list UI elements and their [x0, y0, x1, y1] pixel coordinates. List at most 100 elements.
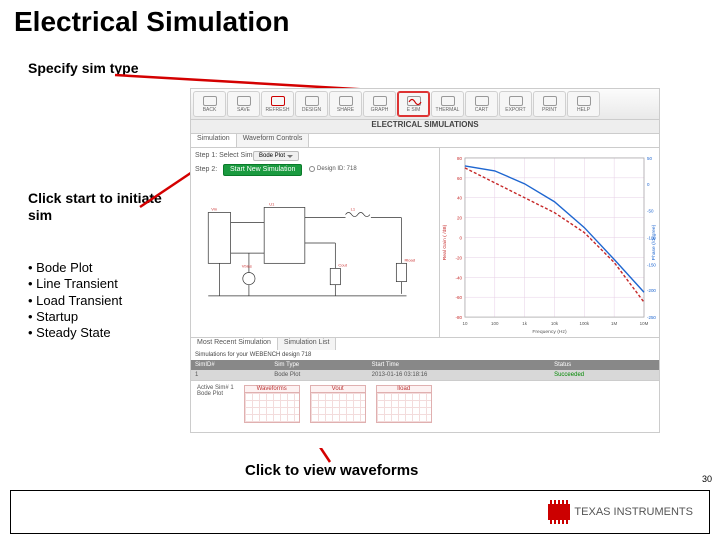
toolbar: BACK SAVE REFRESH DESIGN SHARE GRAPH E SIM THER… — [190, 88, 660, 120]
toolbar-share-icon[interactable]: SHARE — [329, 91, 362, 117]
waveform-box[interactable]: Vout — [310, 385, 366, 423]
toolbar-label: DESIGN — [302, 107, 321, 113]
svg-text:-80: -80 — [455, 315, 462, 320]
sim-table-caption: Simulations for your WEBENCH design 718 — [191, 350, 659, 360]
tab-sim-list[interactable]: Simulation List — [278, 338, 337, 350]
page-number: 30 — [702, 474, 712, 484]
start-simulation-button[interactable]: Start New Simulation — [223, 164, 302, 176]
app-panel: BACK SAVE REFRESH DESIGN SHARE GRAPH E SIM THER… — [190, 88, 660, 448]
svg-text:0: 0 — [647, 182, 650, 187]
save-icon — [237, 96, 251, 106]
page-title: Electrical Simulation — [0, 0, 720, 40]
sim-type-item: Bode Plot — [28, 260, 122, 276]
tab-most-recent[interactable]: Most Recent Simulation — [191, 338, 278, 350]
cart-icon — [475, 96, 489, 106]
toolbar-print-icon[interactable]: PRINT — [533, 91, 566, 117]
toolbar-save-icon[interactable]: SAVE — [227, 91, 260, 117]
table-row[interactable]: 1 Bode Plot 2013-01-16 03:18:16 Succeede… — [191, 370, 659, 380]
sim-types-list: Bode Plot Line Transient Load Transient … — [28, 260, 122, 341]
svg-text:1k: 1k — [522, 321, 527, 326]
svg-text:100k: 100k — [579, 321, 589, 326]
toolbar-label: PRINT — [542, 107, 557, 113]
tab-simulation[interactable]: Simulation — [191, 134, 237, 147]
gear-icon — [309, 166, 315, 172]
sim-type-dropdown[interactable]: Bode Plot — [253, 151, 299, 161]
waveform-row: Active Sim# 1 Bode Plot Waveforms Vout I… — [190, 381, 660, 433]
download-icon — [509, 96, 523, 106]
print-icon — [543, 96, 557, 106]
sim-type-item: Startup — [28, 309, 122, 325]
col-simid: SimID# — [191, 360, 270, 370]
toolbar-label: SAVE — [237, 107, 250, 113]
ti-brand-text: TEXAS INSTRUMENTS — [574, 506, 693, 518]
xlabel: Frequency (Hz) — [532, 329, 567, 335]
toolbar-label: EXPORT — [505, 107, 525, 113]
svg-text:-100: -100 — [647, 236, 656, 241]
toolbar-label: BACK — [203, 107, 217, 113]
svg-text:-150: -150 — [647, 262, 656, 267]
help-icon — [577, 96, 591, 106]
footer: TEXAS INSTRUMENTS — [10, 490, 710, 534]
svg-text:10: 10 — [462, 321, 467, 326]
label-specify-sim-type: Specify sim type — [28, 60, 188, 77]
svg-text:0: 0 — [459, 236, 462, 241]
toolbar-help-icon[interactable]: HELP — [567, 91, 600, 117]
design-id-label: Design ID: 718 — [309, 166, 357, 172]
toolbar-refresh-icon[interactable]: REFRESH — [261, 91, 294, 117]
simulation-table-panel: Most Recent Simulation Simulation List S… — [190, 338, 660, 381]
tab-waveform-controls[interactable]: Waveform Controls — [237, 134, 310, 147]
svg-text:1M: 1M — [611, 321, 617, 326]
toolbar-design-icon[interactable]: DESIGN — [295, 91, 328, 117]
design-icon — [305, 96, 319, 106]
toolbar-thermal-icon[interactable]: THERMAL — [431, 91, 464, 117]
col-simtype: Sim Type — [270, 360, 367, 370]
toolbar-sine-icon[interactable]: E SIM — [397, 91, 430, 117]
svg-text:L1: L1 — [351, 206, 356, 211]
svg-text:40: 40 — [457, 196, 462, 201]
sim-type-item: Load Transient — [28, 293, 122, 309]
ti-logo: TEXAS INSTRUMENTS — [548, 504, 693, 520]
sim-type-item: Steady State — [28, 325, 122, 341]
svg-text:-250: -250 — [647, 315, 656, 320]
toolbar-back-icon[interactable]: BACK — [193, 91, 226, 117]
svg-text:Rload: Rload — [404, 257, 415, 262]
toolbar-label: THERMAL — [436, 107, 460, 113]
svg-text:50: 50 — [647, 156, 652, 161]
sim-type-item: Line Transient — [28, 276, 122, 292]
sim-table: SimID# Sim Type Start Time Status 1 Bode… — [191, 360, 659, 380]
bode-plot[interactable]: Frequency (Hz) Real Gain ( /dB) Phase (/… — [439, 148, 659, 337]
refresh-icon — [271, 96, 285, 106]
toolbar-label: E SIM — [407, 107, 421, 113]
svg-text:Vin: Vin — [211, 206, 217, 211]
svg-text:Cout: Cout — [338, 262, 347, 267]
thermal-icon — [441, 96, 455, 106]
toolbar-label: CART — [475, 107, 489, 113]
col-starttime: Start Time — [368, 360, 550, 370]
svg-text:80: 80 — [457, 156, 462, 161]
waveform-box[interactable]: Iload — [376, 385, 432, 423]
toolbar-label: SHARE — [337, 107, 354, 113]
schematic-area: Step 1: Select Simulation Bode Plot Step… — [191, 148, 439, 337]
active-sim-type: Bode Plot — [197, 391, 234, 397]
waveform-box[interactable]: Waveforms — [244, 385, 300, 423]
svg-text:-50: -50 — [647, 209, 654, 214]
svg-text:10M: 10M — [640, 321, 649, 326]
chevron-down-icon — [287, 155, 293, 158]
main-tabs: Simulation Waveform Controls — [190, 134, 660, 148]
toolbar-download-icon[interactable]: EXPORT — [499, 91, 532, 117]
subbar-title: ELECTRICAL SIMULATIONS — [190, 120, 660, 134]
sim-type-dropdown-label: Bode Plot — [259, 153, 285, 159]
graph-icon — [373, 96, 387, 106]
ylabel-left: Real Gain ( /dB) — [442, 224, 448, 260]
svg-text:20: 20 — [457, 216, 462, 221]
toolbar-label: GRAPH — [371, 107, 389, 113]
toolbar-graph-icon[interactable]: GRAPH — [363, 91, 396, 117]
back-icon — [203, 96, 217, 106]
svg-text:-60: -60 — [455, 295, 462, 300]
svg-text:U1: U1 — [269, 201, 275, 206]
toolbar-label: HELP — [577, 107, 590, 113]
toolbar-cart-icon[interactable]: CART — [465, 91, 498, 117]
schematic-diagram: VinU1 L1Rload CoutVbias — [193, 182, 437, 335]
ti-chip-icon — [548, 504, 570, 520]
svg-text:10k: 10k — [551, 321, 559, 326]
